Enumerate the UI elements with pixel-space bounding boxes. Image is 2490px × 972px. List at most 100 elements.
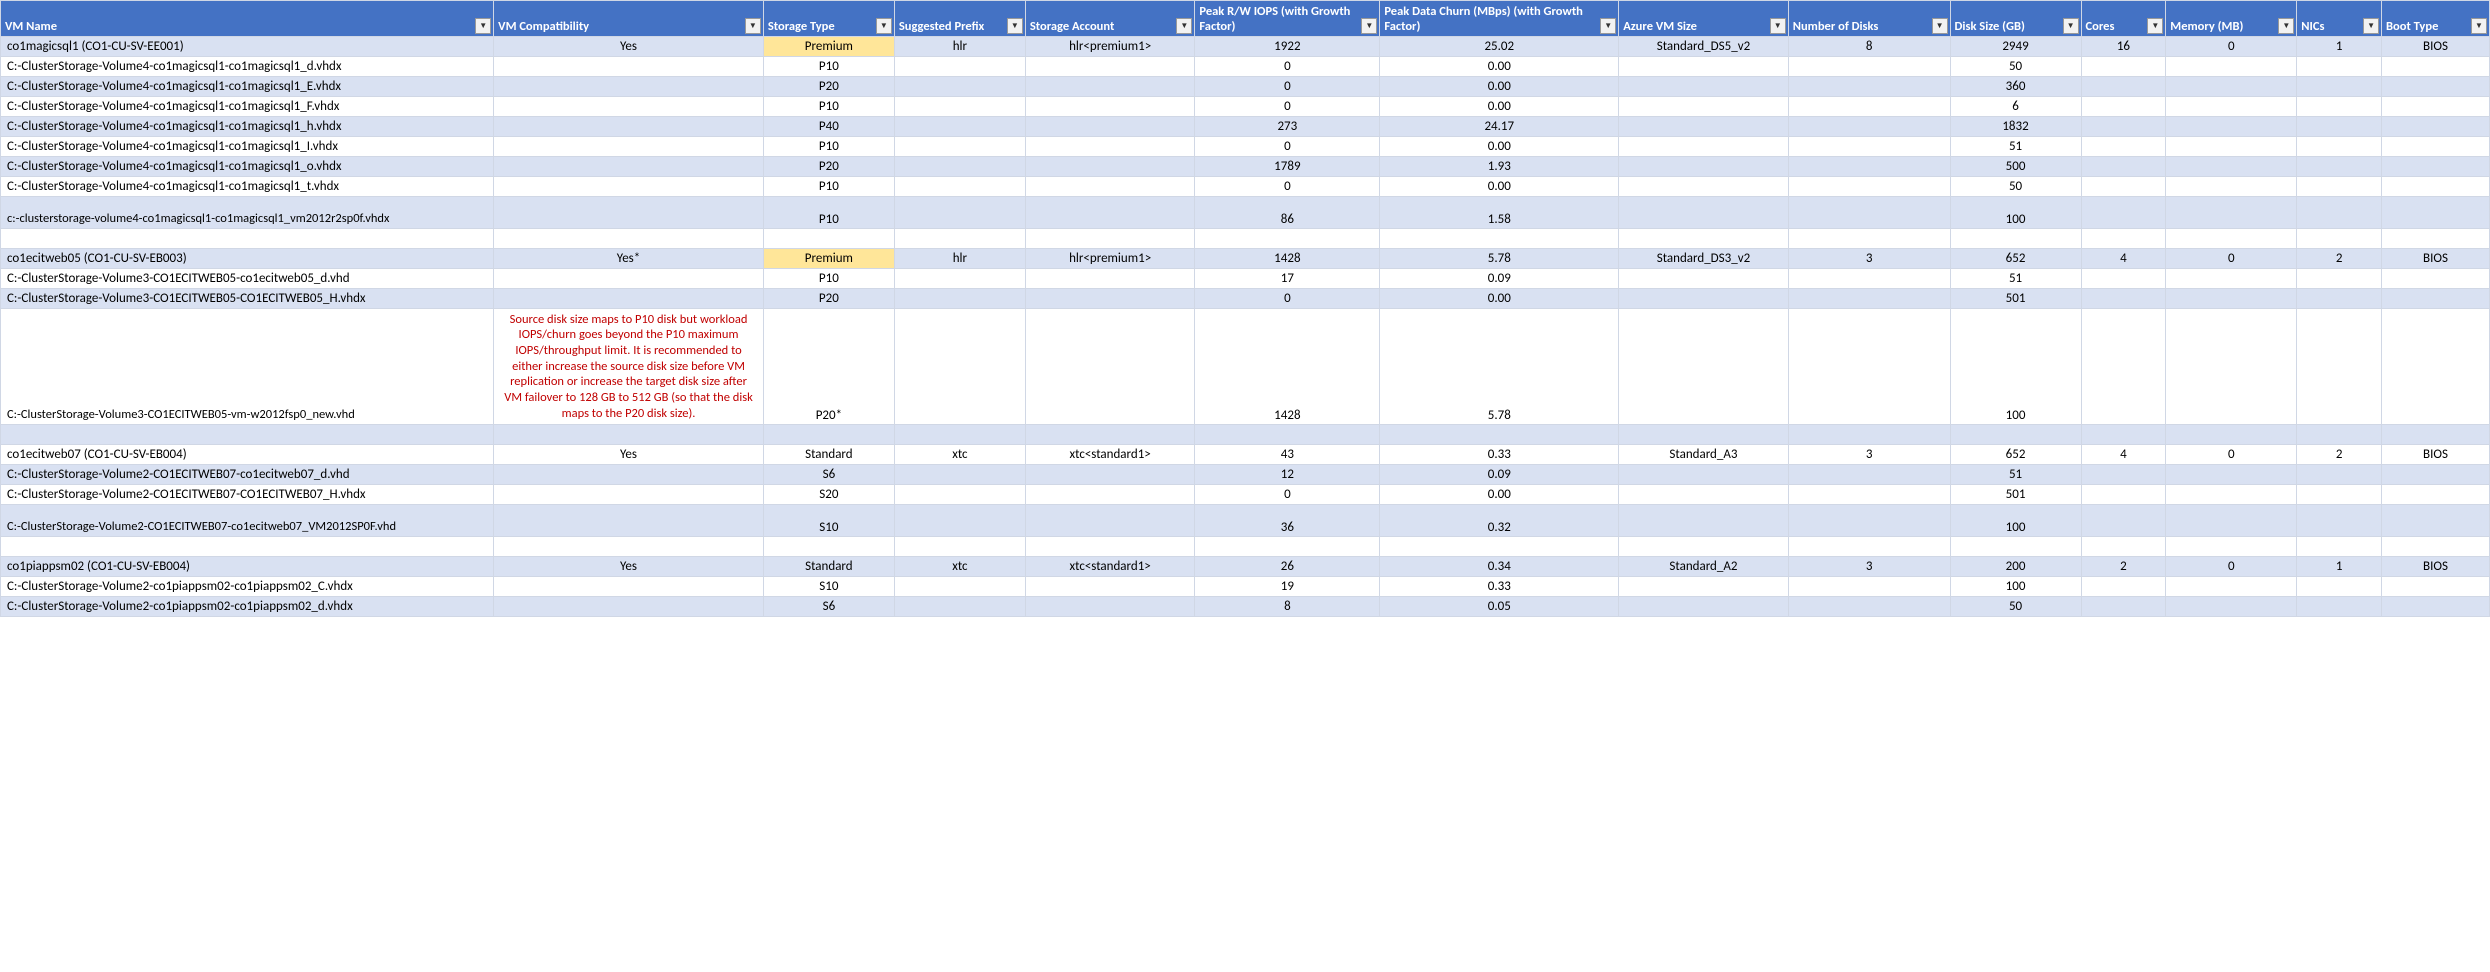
- cell-boot: [2382, 117, 2490, 137]
- column-header[interactable]: Azure VM Size▼: [1619, 1, 1789, 37]
- cell-churn: 0.00: [1380, 97, 1619, 117]
- cell-disks: [1788, 597, 1950, 617]
- cell-mem: [2166, 309, 2297, 425]
- cell-nics: 2: [2297, 249, 2382, 269]
- filter-dropdown-icon[interactable]: ▼: [475, 18, 491, 34]
- cell-account: [1025, 465, 1195, 485]
- filter-dropdown-icon[interactable]: ▼: [2147, 18, 2163, 34]
- cell-stype: Standard: [763, 557, 894, 577]
- column-header[interactable]: Cores▼: [2081, 1, 2166, 37]
- cell-dsize: 200: [1950, 557, 2081, 577]
- cell-nics: [2297, 465, 2382, 485]
- cell-churn: 0.00: [1380, 57, 1619, 77]
- cell-vmsize: [1619, 117, 1789, 137]
- table-row: co1piappsm02 (CO1-CU-SV-EB004)YesStandar…: [1, 557, 2490, 577]
- table-row: C:-ClusterStorage-Volume4-co1magicsql1-c…: [1, 177, 2490, 197]
- cell-disks: 3: [1788, 557, 1950, 577]
- cell-churn: 0.05: [1380, 597, 1619, 617]
- column-header[interactable]: VM Name▼: [1, 1, 494, 37]
- filter-dropdown-icon[interactable]: ▼: [745, 18, 761, 34]
- cell-vmsize: [1619, 157, 1789, 177]
- filter-dropdown-icon[interactable]: ▼: [1176, 18, 1192, 34]
- column-header[interactable]: NICs▼: [2297, 1, 2382, 37]
- cell-vmsize: [1619, 425, 1789, 445]
- cell-nics: [2297, 177, 2382, 197]
- cell-name: [1, 425, 494, 445]
- cell-name: C:-ClusterStorage-Volume2-CO1ECITWEB07-c…: [1, 505, 494, 537]
- cell-stype: P20*: [763, 309, 894, 425]
- cell-nics: 1: [2297, 557, 2382, 577]
- cell-mem: 0: [2166, 445, 2297, 465]
- cell-cores: [2081, 57, 2166, 77]
- filter-dropdown-icon[interactable]: ▼: [1932, 18, 1948, 34]
- cell-compat: Yes: [494, 37, 764, 57]
- column-header[interactable]: Number of Disks▼: [1788, 1, 1950, 37]
- table-row: C:-ClusterStorage-Volume4-co1magicsql1-c…: [1, 157, 2490, 177]
- cell-disks: [1788, 537, 1950, 557]
- filter-dropdown-icon[interactable]: ▼: [1007, 18, 1023, 34]
- cell-stype: Premium: [763, 37, 894, 57]
- filter-dropdown-icon[interactable]: ▼: [1361, 18, 1377, 34]
- cell-iops: 0: [1195, 77, 1380, 97]
- filter-dropdown-icon[interactable]: ▼: [2363, 18, 2379, 34]
- cell-churn: 0.00: [1380, 137, 1619, 157]
- cell-churn: 25.02: [1380, 37, 1619, 57]
- filter-dropdown-icon[interactable]: ▼: [2278, 18, 2294, 34]
- cell-churn: 0.34: [1380, 557, 1619, 577]
- cell-nics: [2297, 157, 2382, 177]
- cell-account: [1025, 537, 1195, 557]
- cell-churn: 24.17: [1380, 117, 1619, 137]
- cell-vmsize: Standard_A3: [1619, 445, 1789, 465]
- filter-dropdown-icon[interactable]: ▼: [2471, 18, 2487, 34]
- header-label: Storage Account: [1030, 19, 1191, 34]
- cell-prefix: [894, 97, 1025, 117]
- cell-name: [1, 229, 494, 249]
- cell-account: [1025, 309, 1195, 425]
- cell-name: co1ecitweb07 (CO1-CU-SV-EB004): [1, 445, 494, 465]
- filter-dropdown-icon[interactable]: ▼: [876, 18, 892, 34]
- table-body: co1magicsql1 (CO1-CU-SV-EE001)YesPremium…: [1, 37, 2490, 617]
- cell-account: [1025, 157, 1195, 177]
- cell-iops: [1195, 229, 1380, 249]
- cell-dsize: 500: [1950, 157, 2081, 177]
- column-header[interactable]: Storage Account▼: [1025, 1, 1195, 37]
- cell-stype: [763, 229, 894, 249]
- cell-nics: 2: [2297, 445, 2382, 465]
- cell-prefix: [894, 485, 1025, 505]
- cell-boot: [2382, 229, 2490, 249]
- cell-compat: [494, 425, 764, 445]
- cell-prefix: [894, 57, 1025, 77]
- cell-account: [1025, 177, 1195, 197]
- filter-dropdown-icon[interactable]: ▼: [1600, 18, 1616, 34]
- table-row: C:-ClusterStorage-Volume3-CO1ECITWEB05-v…: [1, 309, 2490, 425]
- column-header[interactable]: Suggested Prefix▼: [894, 1, 1025, 37]
- cell-compat: Yes: [494, 557, 764, 577]
- cell-boot: [2382, 57, 2490, 77]
- cell-name: C:-ClusterStorage-Volume4-co1magicsql1-c…: [1, 97, 494, 117]
- cell-boot: BIOS: [2382, 557, 2490, 577]
- cell-dsize: 100: [1950, 577, 2081, 597]
- cell-stype: S10: [763, 577, 894, 597]
- column-header[interactable]: Boot Type▼: [2382, 1, 2490, 37]
- cell-compat: [494, 537, 764, 557]
- filter-dropdown-icon[interactable]: ▼: [1770, 18, 1786, 34]
- header-label: Suggested Prefix: [899, 19, 1021, 34]
- cell-nics: [2297, 97, 2382, 117]
- cell-vmsize: [1619, 537, 1789, 557]
- column-header[interactable]: Peak R/W IOPS (with Growth Factor)▼: [1195, 1, 1380, 37]
- column-header[interactable]: Peak Data Churn (MBps) (with Growth Fact…: [1380, 1, 1619, 37]
- cell-stype: P10: [763, 269, 894, 289]
- cell-boot: [2382, 137, 2490, 157]
- filter-dropdown-icon[interactable]: ▼: [2063, 18, 2079, 34]
- cell-name: C:-ClusterStorage-Volume4-co1magicsql1-c…: [1, 77, 494, 97]
- column-header[interactable]: VM Compatibility▼: [494, 1, 764, 37]
- cell-stype: S10: [763, 505, 894, 537]
- cell-dsize: 50: [1950, 177, 2081, 197]
- column-header[interactable]: Disk Size (GB)▼: [1950, 1, 2081, 37]
- cell-iops: 43: [1195, 445, 1380, 465]
- table-row: [1, 537, 2490, 557]
- cell-prefix: xtc: [894, 557, 1025, 577]
- cell-churn: 1.58: [1380, 197, 1619, 229]
- column-header[interactable]: Memory (MB)▼: [2166, 1, 2297, 37]
- column-header[interactable]: Storage Type▼: [763, 1, 894, 37]
